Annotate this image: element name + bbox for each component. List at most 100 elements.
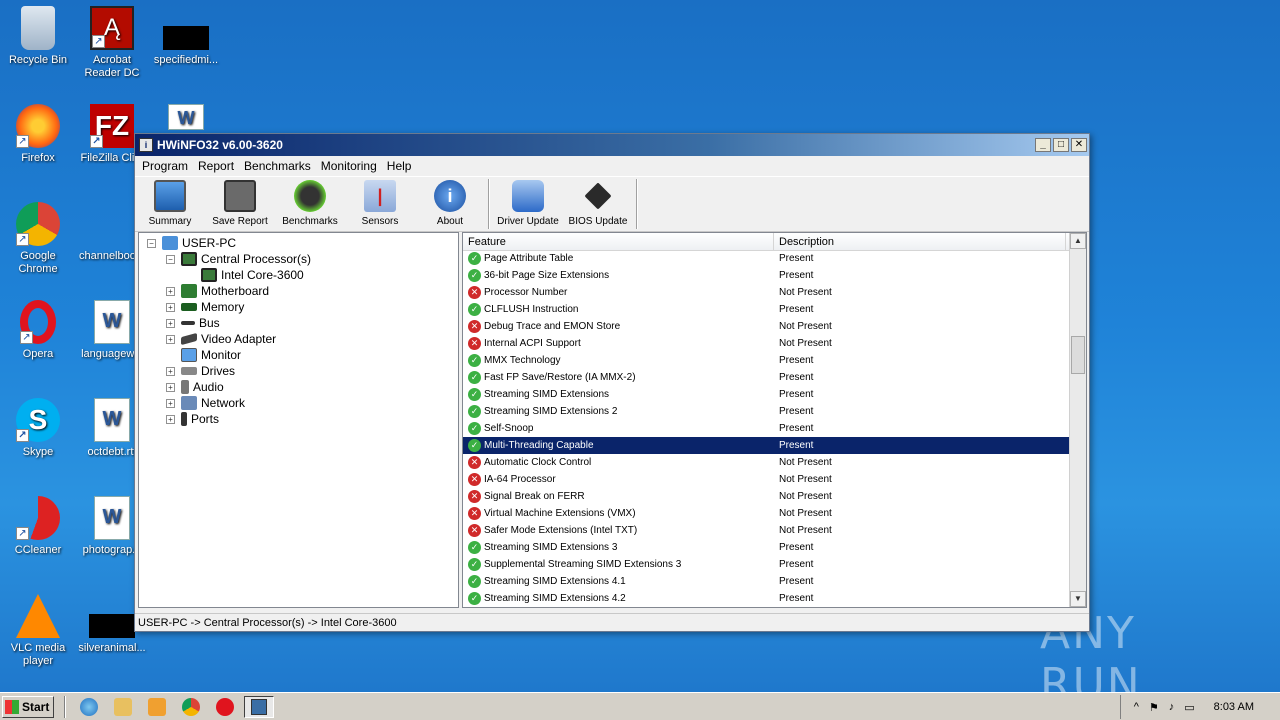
expand-icon[interactable]: + [166,414,175,424]
about-button[interactable]: i About [415,177,485,231]
table-row[interactable]: ✓ MMX Technology Present [463,352,1070,369]
desktop-icon-firefox[interactable]: ↗ Firefox [0,104,76,165]
sensors-button[interactable]: | Sensors [345,177,415,231]
desktop-icon-label: Opera [22,348,54,360]
table-row[interactable]: ✓ Self-Snoop Present [463,420,1070,437]
desktop-icon-word-doc[interactable]: W [148,104,224,134]
table-row[interactable]: ✓ Supplemental Streaming SIMD Extensions … [463,556,1070,573]
table-row[interactable]: ✓ Streaming SIMD Extensions 4.1 Present [463,573,1070,590]
ie-icon[interactable] [80,697,98,716]
expand-icon[interactable]: + [166,366,175,376]
expand-icon[interactable]: + [166,286,175,296]
tree-item-network[interactable]: + Network [166,395,245,411]
desktop-icon-acrobat[interactable]: Ą ↗ Acrobat Reader DC [74,6,150,80]
cross-icon: ✕ [468,337,481,350]
table-row[interactable]: ✓ Streaming SIMD Extensions 3 Present [463,539,1070,556]
tree-item-central-processors[interactable]: − Central Processor(s) [166,251,311,267]
feature-name: Streaming SIMD Extensions 3 [484,542,618,553]
table-row[interactable]: ✕ IA-64 Processor Not Present [463,471,1070,488]
expand-icon[interactable]: + [166,382,175,392]
driver-update-button[interactable]: Driver Update [493,177,563,231]
minimize-button[interactable]: _ [1035,138,1051,152]
feature-list[interactable]: Feature Description ✓ Page Attribute Tabl… [462,232,1087,608]
table-row[interactable]: ✕ Automatic Clock Control Not Present [463,454,1070,471]
menu-report[interactable]: Report [193,159,239,173]
table-row[interactable]: ✕ Signal Break on FERR Not Present [463,488,1070,505]
menu-help[interactable]: Help [382,159,417,173]
table-row[interactable]: ✕ Debug Trace and EMON Store Not Present [463,318,1070,335]
desktop-icon-recycle-bin[interactable]: Recycle Bin [0,6,76,67]
description-cell: Present [779,355,814,366]
menu-program[interactable]: Program [137,159,193,173]
collapse-icon[interactable]: − [166,254,175,264]
feature-name: IA-64 Processor [484,474,556,485]
media-player-icon[interactable] [148,697,166,716]
clock[interactable]: 8:03 AM [1214,701,1254,713]
tray-expand-icon[interactable]: ^ [1134,701,1139,713]
scroll-thumb[interactable] [1071,336,1085,374]
table-row[interactable]: ✕ Safer Mode Extensions (Intel TXT) Not Pr… [463,522,1070,539]
vertical-scrollbar[interactable]: ▲ ▼ [1069,233,1086,607]
file-icon [90,202,134,246]
table-row[interactable]: ✓ Streaming SIMD Extensions Present [463,386,1070,403]
feature-name: Streaming SIMD Extensions [484,389,610,400]
title-bar[interactable]: i HWiNFO32 v6.00-3620 _ □ ✕ [135,134,1089,156]
start-button[interactable]: Start [2,695,54,718]
collapse-icon[interactable]: − [147,238,156,248]
volume-icon[interactable]: ♪ [1169,701,1175,713]
save-report-button[interactable]: Save Report [205,177,275,231]
desktop-icon-skype[interactable]: S ↗ Skype [0,398,76,459]
column-header-description[interactable]: Description [774,233,1066,250]
expand-icon[interactable]: + [166,302,175,312]
desktop-icon-specifiedmi[interactable]: specifiedmi... [148,26,224,67]
table-row[interactable]: ✓ Streaming SIMD Extensions 2 Present [463,403,1070,420]
tree-item-ports[interactable]: + Ports [166,411,219,427]
desktop-icon-chrome[interactable]: ↗ Google Chrome [0,202,76,276]
benchmarks-button[interactable]: Benchmarks [275,177,345,231]
table-row[interactable]: ✓ Multi-Threading Capable Present [463,437,1070,454]
tree-item-intel-core[interactable]: Intel Core-3600 [201,267,304,283]
table-row[interactable]: ✓ Streaming SIMD Extensions 4.2 Present [463,590,1070,607]
table-row[interactable]: ✕ Internal ACPI Support Not Present [463,335,1070,352]
device-tree[interactable]: − USER-PC − Central Processor(s) Intel C… [138,232,459,608]
hwinfo-window[interactable]: i HWiNFO32 v6.00-3620 _ □ ✕ Program Repo… [134,133,1090,632]
scroll-down-icon[interactable]: ▼ [1070,591,1086,607]
desktop-icon-ccleaner[interactable]: ↗ CCleaner [0,496,76,557]
expand-icon[interactable]: + [166,334,175,344]
expand-icon[interactable]: + [166,398,175,408]
table-row[interactable]: ✓ Page Attribute Table Present [463,250,1070,267]
tree-item-memory[interactable]: + Memory [166,299,244,315]
action-center-icon[interactable]: ⚑ [1149,701,1159,714]
expand-icon[interactable]: + [166,318,175,328]
feature-cell: ✕ Virtual Machine Extensions (VMX) [463,507,774,520]
maximize-button[interactable]: □ [1053,138,1069,152]
table-row[interactable]: ✓ 36-bit Page Size Extensions Present [463,267,1070,284]
menu-benchmarks[interactable]: Benchmarks [239,159,316,173]
tree-item-drives[interactable]: + Drives [166,363,235,379]
hwinfo-app-icon: i [139,138,153,152]
network-tray-icon[interactable]: ▭ [1184,701,1194,714]
table-row[interactable]: ✓ CLFLUSH Instruction Present [463,301,1070,318]
table-row[interactable]: ✕ Virtual Machine Extensions (VMX) Not Pre… [463,505,1070,522]
summary-button[interactable]: Summary [135,177,205,231]
menu-monitoring[interactable]: Monitoring [316,159,382,173]
table-row[interactable]: ✕ Processor Number Not Present [463,284,1070,301]
tree-item-label: Motherboard [201,284,270,298]
tree-item-audio[interactable]: + Audio [166,379,224,395]
desktop-icon-vlc[interactable]: VLC media player [0,594,76,668]
tree-item-user-pc[interactable]: − USER-PC [147,235,236,251]
scroll-up-icon[interactable]: ▲ [1070,233,1086,249]
tree-item-motherboard[interactable]: + Motherboard [166,283,269,299]
desktop-icon-opera[interactable]: ↗ Opera [0,300,76,361]
opera-icon[interactable] [216,697,234,716]
table-row[interactable]: ✓ Fast FP Save/Restore (IA MMX-2) Present [463,369,1070,386]
explorer-icon[interactable] [114,697,132,716]
bios-update-button[interactable]: BIOS Update [563,177,633,231]
hwinfo-task-button[interactable] [244,695,274,718]
chrome-icon[interactable] [182,697,200,716]
tree-item-video-adapter[interactable]: + Video Adapter [166,331,276,347]
tree-item-bus[interactable]: + Bus [166,315,220,331]
tree-item-monitor[interactable]: Monitor [181,347,241,363]
close-button[interactable]: ✕ [1071,138,1087,152]
column-header-feature[interactable]: Feature [463,233,774,250]
